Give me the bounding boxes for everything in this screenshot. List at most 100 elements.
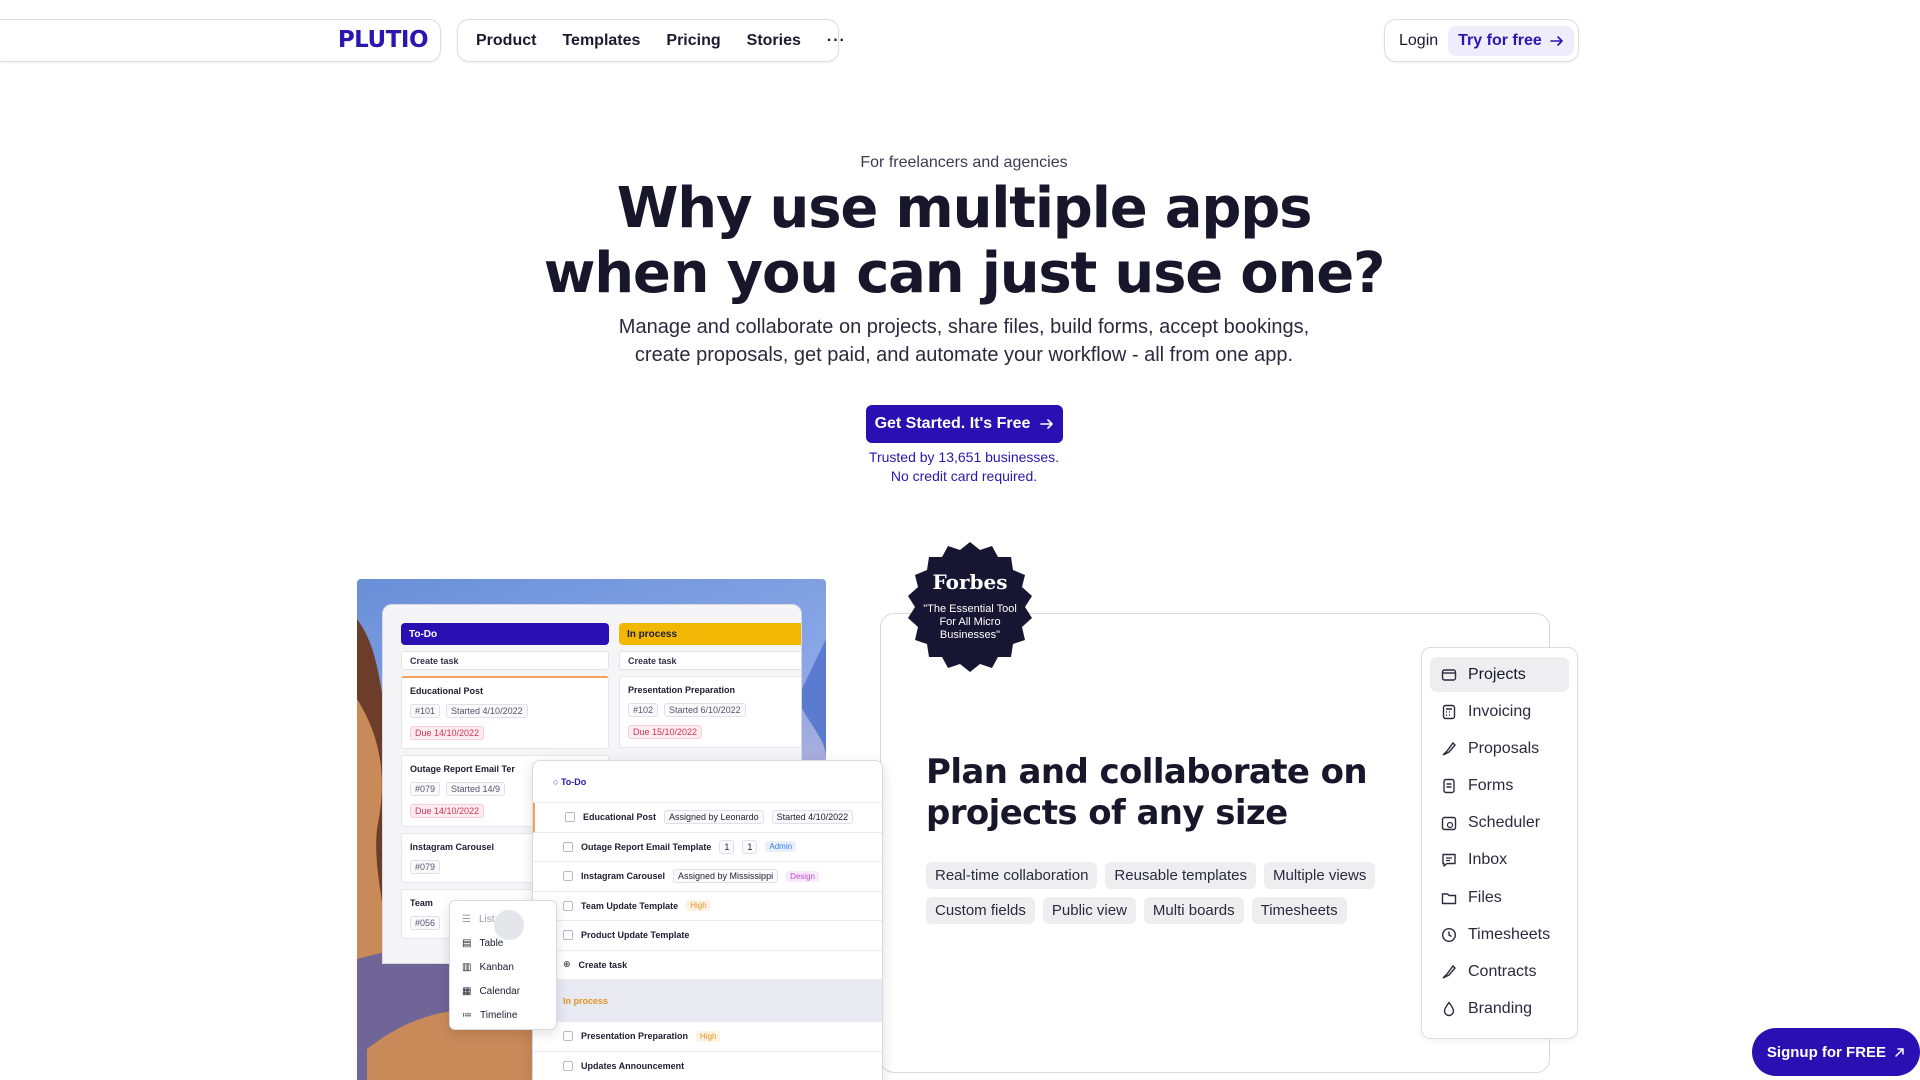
column-header-todo: To-Do — [401, 623, 609, 645]
arrow-right-icon — [1549, 35, 1563, 46]
clock-icon — [1440, 926, 1458, 944]
pen-icon — [1440, 963, 1458, 981]
menu-item-inbox[interactable]: Inbox — [1430, 843, 1569, 878]
feature-tags: Real-time collaboration Reusable templat… — [926, 862, 1396, 924]
nav-pricing[interactable]: Pricing — [666, 32, 720, 50]
checkbox-icon — [563, 1060, 573, 1071]
row-started: Started 4/10/2022 — [771, 810, 854, 825]
kanban-icon: ▥ — [462, 961, 472, 973]
row-assigned: Assigned by Mississippi — [673, 869, 779, 884]
menu-item-invoicing[interactable]: Invoicing — [1430, 694, 1569, 729]
menu-item-timesheets[interactable]: Timesheets — [1430, 917, 1569, 952]
menu-label: Timesheets — [1468, 925, 1551, 943]
signup-free-button[interactable]: Signup for FREE — [1752, 1028, 1920, 1076]
hero-title-line-1: Why use multiple apps — [616, 176, 1313, 241]
menu-item-proposals[interactable]: Proposals — [1430, 731, 1569, 766]
task-due: Due 14/10/2022 — [410, 726, 485, 740]
folder-icon — [1440, 666, 1458, 684]
arrow-right-icon — [1040, 419, 1054, 429]
feature-menu: Projects Invoicing Proposals Forms Sched… — [1421, 647, 1578, 1039]
checkbox-icon — [563, 930, 573, 941]
list-row: Educational Post Assigned by Leonardo St… — [533, 803, 882, 833]
get-started-button[interactable]: Get Started. It's Free — [866, 405, 1063, 443]
arrow-up-right-icon — [1895, 1047, 1904, 1057]
view-label: Kanban — [479, 961, 514, 973]
try-for-free-button[interactable]: Try for free — [1448, 25, 1574, 56]
view-label: Table — [479, 937, 504, 949]
checkbox-icon — [563, 1031, 573, 1042]
trust-line-2: No credit card required. — [890, 468, 1038, 484]
menu-label: Contracts — [1468, 963, 1537, 980]
task-due: Due 15/10/2022 — [628, 725, 703, 739]
files-icon — [1440, 889, 1458, 907]
row-label: High — [686, 900, 711, 912]
chat-icon — [1440, 851, 1458, 869]
task-title: Educational Post — [410, 686, 484, 696]
feature-tag: Multiple views — [1263, 862, 1376, 889]
task-due-row: Due 14/10/2022 — [410, 726, 600, 740]
menu-item-projects[interactable]: Projects — [1430, 657, 1569, 692]
row-title: Instagram Carousel — [581, 871, 666, 882]
row-comments: 1 — [719, 839, 735, 854]
task-card: Presentation Preparation #102 Started 6/… — [619, 676, 801, 748]
row-title: Outage Report Email Template — [581, 841, 712, 852]
checkbox-icon — [565, 812, 575, 823]
timeline-icon: ≔ — [462, 1009, 472, 1021]
auth-nav: Login Try for free — [1384, 19, 1579, 62]
nav-product[interactable]: Product — [476, 32, 536, 50]
more-menu-icon[interactable]: ··· — [827, 32, 846, 50]
calculator-icon — [1440, 703, 1458, 721]
menu-label: Inbox — [1468, 851, 1508, 869]
nav-stories[interactable]: Stories — [747, 32, 801, 50]
task-id: #079 — [410, 782, 441, 796]
task-card: Educational Post #101 Started 4/10/2022 … — [401, 676, 609, 749]
create-task-button: Create task — [619, 651, 801, 670]
menu-item-scheduler[interactable]: Scheduler — [1430, 806, 1569, 841]
task-due: Due 14/10/2022 — [410, 804, 485, 818]
view-label: List — [478, 913, 495, 925]
task-started: Started 6/10/2022 — [664, 703, 746, 717]
checkbox-icon — [563, 841, 573, 852]
row-title: Educational Post — [583, 812, 657, 823]
menu-label: Proposals — [1468, 739, 1540, 757]
list-row: Outage Report Email Template 1 1 Admin — [533, 833, 882, 862]
menu-label: Invoicing — [1468, 702, 1532, 720]
droplet-icon — [1440, 1000, 1458, 1018]
menu-item-files[interactable]: Files — [1430, 880, 1569, 915]
hero-subtitle-line-1: Manage and collaborate on projects, shar… — [618, 316, 1310, 338]
task-started: Started 14/9 — [446, 782, 506, 796]
list-row: Presentation Preparation High — [533, 1022, 882, 1052]
forbes-logo: Forbes — [932, 570, 1008, 594]
menu-item-contracts[interactable]: Contracts — [1430, 955, 1569, 990]
row-title: Presentation Preparation — [581, 1031, 689, 1042]
hero-subtitle-line-2: create proposals, get paid, and automate… — [634, 344, 1294, 366]
plus-icon: ⊕ — [563, 959, 571, 970]
row-assigned: Assigned by Leonardo — [664, 810, 764, 825]
row-title: Updates Announcement — [581, 1060, 685, 1071]
list-group-header: ○ To-Do — [533, 761, 882, 803]
menu-label: Forms — [1468, 777, 1514, 795]
table-icon: ▤ — [462, 937, 472, 949]
form-icon — [1440, 777, 1458, 795]
plutio-logo[interactable]: PLUTIO — [338, 27, 429, 53]
task-id: #056 — [410, 916, 441, 930]
calendar-icon: ▦ — [462, 985, 472, 997]
list-icon: ☰ — [462, 913, 471, 925]
list-row: Instagram Carousel Assigned by Mississip… — [533, 862, 882, 892]
hero-title-line-2: when you can just use one? — [543, 241, 1386, 306]
column-header-in-process: In process — [619, 623, 801, 645]
row-label: Admin — [765, 841, 797, 853]
row-label: High — [696, 1030, 721, 1042]
view-option-calendar: ▦ Calendar — [450, 979, 556, 1003]
checkbox-icon — [563, 871, 573, 882]
checkbox-icon — [563, 900, 573, 911]
feature-title: Plan and collaborate on projects of any … — [926, 752, 1368, 833]
nav-templates[interactable]: Templates — [562, 32, 640, 50]
list-row-create: ⊕ Create task — [533, 951, 882, 980]
menu-item-forms[interactable]: Forms — [1430, 769, 1569, 804]
hero-subtitle: Manage and collaborate on projects, shar… — [0, 313, 1920, 369]
view-option-timeline: ≔ Timeline — [450, 1003, 556, 1027]
trust-line-1: Trusted by 13,651 businesses. — [868, 449, 1060, 465]
login-link[interactable]: Login — [1399, 32, 1438, 50]
menu-item-branding[interactable]: Branding — [1430, 992, 1569, 1027]
